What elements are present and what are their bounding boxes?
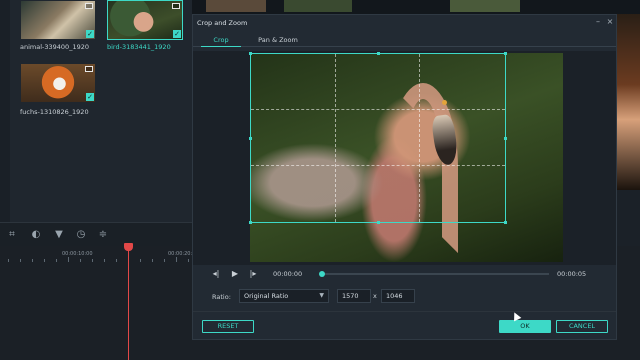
tab-crop[interactable]: Crop [201,33,241,47]
dialog-title: Crop and Zoom [197,19,248,27]
crop-width-input[interactable]: 1570 [337,289,371,303]
ruler-tick [140,259,141,262]
crop-handle-bottom-left[interactable] [249,221,252,224]
image-type-icon [85,3,93,9]
media-label-animal: animal-339400_1920 [20,43,89,51]
audio-mixer-icon[interactable]: ≑ [97,229,109,241]
preview-window-edge [615,14,640,190]
cancel-button[interactable]: CANCEL [556,320,608,333]
image-type-icon [172,3,180,9]
green-screen-icon[interactable]: ▼ [53,229,65,241]
ruler-tick [32,259,33,262]
dimension-separator: x [373,292,377,300]
media-label-fox: fuchs-1310826_1920 [20,108,89,116]
media-thumbnail-animal[interactable]: ✓ [20,0,96,40]
thumbnail-image [21,1,95,39]
crop-handle-top-right[interactable] [504,52,507,55]
library-scroll-edge[interactable] [0,0,10,222]
thumbnail-image [108,1,182,39]
crop-height-input[interactable]: 1046 [381,289,415,303]
crop-grid-line [418,54,420,222]
image-type-icon [85,66,93,72]
bg-thumbnail [450,0,520,12]
duration-time: 00:00:05 [557,270,587,278]
ruler-label: 00:00:10:00 [62,251,93,257]
ruler-tick [104,259,105,262]
crop-handle-bottom[interactable] [377,221,380,224]
current-time: 00:00:00 [273,270,303,278]
crop-grid-line [251,109,505,111]
crop-grid-line [251,164,505,166]
ruler-tick [92,259,93,262]
crop-handle-bottom-right[interactable] [504,221,507,224]
ruler-tick [80,259,81,262]
dialog-tabs: Crop Pan & Zoom [193,33,616,47]
checkmark-icon: ✓ [86,30,94,38]
timeline-ruler[interactable]: 00:00:10:00 00:00:20:0 [0,246,195,264]
playhead-line[interactable] [128,246,129,360]
scrub-bar[interactable] [322,273,549,275]
ruler-tick [116,259,117,262]
crop-handle-left[interactable] [249,137,252,140]
video-editor-app: ✓ animal-339400_1920 ✓ bird-3183441_1920… [0,0,640,360]
checkmark-icon: ✓ [86,93,94,101]
speed-icon[interactable]: ◷ [75,229,87,241]
ratio-select-value: Original Ratio [244,292,289,300]
next-frame-icon[interactable]: |▸ [248,269,258,279]
ratio-row: Ratio: Original Ratio ▼ 1570 x 1046 [193,287,616,307]
reset-button[interactable]: RESET [202,320,254,333]
play-icon[interactable]: ▶ [230,269,240,279]
crop-handle-right[interactable] [504,137,507,140]
tab-pan-zoom[interactable]: Pan & Zoom [251,33,305,47]
ruler-tick [68,257,69,262]
background-thumbnail-strip [192,0,640,14]
thumbnail-image [21,64,95,102]
crop-rectangle[interactable] [249,52,507,224]
media-thumbnail-fox[interactable]: ✓ [20,63,96,103]
chevron-down-icon: ▼ [319,292,324,299]
close-icon[interactable]: × [605,17,615,26]
ruler-tick [56,259,57,262]
crop-zoom-dialog: Crop and Zoom – × Crop Pan & Zoom ◂| ▶ |… [192,14,617,340]
scrub-knob[interactable] [319,271,325,277]
ruler-tick [152,259,153,262]
ruler-tick [44,259,45,262]
crop-icon[interactable]: ⌗ [6,229,18,241]
color-icon[interactable]: ◐ [30,229,42,241]
bg-thumbnail [284,0,352,12]
checkmark-icon: ✓ [173,30,181,38]
crop-grid-line [334,54,336,222]
crop-stage [193,51,616,265]
ruler-tick [164,259,165,262]
dialog-footer: RESET OK CANCEL [193,311,616,339]
media-label-bird: bird-3183441_1920 [107,43,171,51]
media-library: ✓ animal-339400_1920 ✓ bird-3183441_1920… [0,0,192,222]
timeline-toolbar: ⌗ ◐ ▼ ◷ ≑ [0,222,192,246]
crop-handle-top-left[interactable] [249,52,252,55]
playhead-handle[interactable] [124,243,133,251]
bg-thumbnail [206,0,266,12]
ruler-tick [188,259,189,262]
ratio-select[interactable]: Original Ratio ▼ [239,289,329,303]
ruler-tick [176,257,177,262]
ratio-label: Ratio: [212,293,231,301]
player-controls: ◂| ▶ |▸ 00:00:00 00:00:05 [193,267,616,281]
previous-frame-icon[interactable]: ◂| [211,269,221,279]
ok-button[interactable]: OK [499,320,551,333]
media-thumbnail-bird[interactable]: ✓ [107,0,183,40]
minimize-icon[interactable]: – [593,17,603,26]
ruler-tick [20,259,21,262]
ruler-tick [8,259,9,262]
crop-handle-top[interactable] [377,52,380,55]
